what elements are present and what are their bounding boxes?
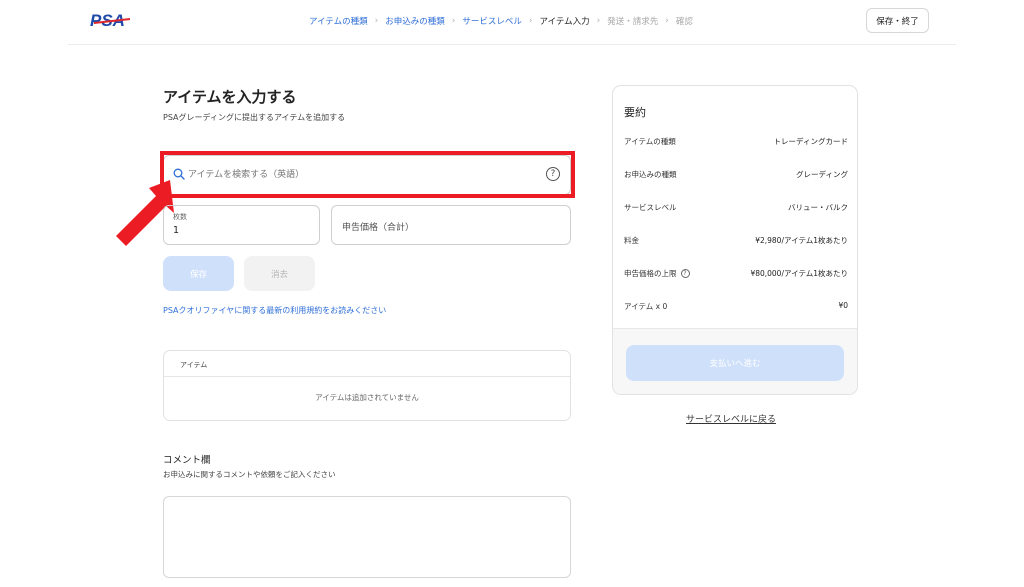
proceed-to-payment-button[interactable]: 支払いへ進む bbox=[626, 345, 844, 381]
summary-value: ¥2,980/アイテム1枚あたり bbox=[755, 236, 848, 245]
breadcrumb-item-type[interactable]: アイテムの種類 bbox=[309, 15, 368, 27]
items-table-header: アイテム bbox=[164, 351, 570, 377]
quantity-label: 枚数 bbox=[173, 213, 187, 221]
summary-value: グレーディング bbox=[796, 170, 848, 179]
chevron-right-icon: › bbox=[451, 16, 456, 26]
breadcrumb-item-confirm: 確認 bbox=[675, 17, 693, 27]
summary-footer: 支払いへ進む bbox=[613, 328, 857, 394]
summary-value: ¥80,000/アイテム1枚あたり bbox=[750, 269, 848, 278]
back-to-service-level-link[interactable]: サービスレベルに戻る bbox=[686, 412, 776, 425]
save-exit-button[interactable]: 保存・終了 bbox=[866, 8, 929, 33]
breadcrumb-item-item-entry: アイテム入力 bbox=[539, 17, 590, 27]
breadcrumb-item-shipping: 発送・請求先 bbox=[607, 17, 659, 27]
items-column-header: アイテム bbox=[180, 361, 208, 369]
summary-label: サービスレベル bbox=[624, 203, 677, 212]
summary-row-declared-limit: 申告価格の上限 ? ¥80,000/アイテム1枚あたり bbox=[624, 268, 848, 282]
summary-panel: 要約 アイテムの種類 トレーディングカード お申込みの種類 グレーディング サー… bbox=[612, 85, 858, 395]
highlight-box bbox=[160, 151, 575, 198]
items-table: アイテム アイテムは追加されていません bbox=[163, 350, 571, 421]
summary-label: 申告価格の上限 ? bbox=[624, 268, 690, 279]
summary-value: ¥0 bbox=[838, 301, 848, 310]
summary-row-fee: 料金 ¥2,980/アイテム1枚あたり bbox=[624, 235, 848, 249]
psa-logo[interactable]: PSA bbox=[90, 10, 134, 30]
items-empty-message: アイテムは追加されていません bbox=[315, 393, 419, 402]
summary-title: 要約 bbox=[624, 106, 646, 119]
summary-row-service-level: サービスレベル バリュー・バルク bbox=[624, 202, 848, 216]
chevron-right-icon: › bbox=[665, 16, 669, 26]
summary-label: アイテムの種類 bbox=[624, 137, 676, 146]
header-divider bbox=[68, 44, 956, 45]
clear-button[interactable]: 消去 bbox=[244, 256, 315, 291]
save-item-button[interactable]: 保存 bbox=[163, 256, 234, 291]
declared-value-field[interactable]: 申告価格（合計） bbox=[331, 205, 571, 245]
page-subtitle: PSAグレーディングに提出するアイテムを追加する bbox=[163, 113, 346, 122]
summary-value: バリュー・バルク bbox=[788, 203, 848, 212]
summary-label: アイテム x 0 bbox=[624, 302, 668, 311]
chevron-right-icon: › bbox=[596, 16, 601, 26]
top-header: PSA アイテムの種類 › お申込みの種類 › サービスレベル › アイテム入力… bbox=[0, 0, 1024, 44]
summary-label-text: 申告価格の上限 bbox=[624, 269, 677, 278]
comment-textarea[interactable] bbox=[163, 496, 571, 578]
comment-title: コメント欄 bbox=[163, 455, 211, 466]
quantity-field[interactable]: 枚数 1 bbox=[163, 205, 320, 245]
comment-subtitle: お申込みに関するコメントや依頼をご記入ください bbox=[163, 470, 336, 479]
terms-link[interactable]: PSAクオリファイヤに関する最新の利用規約をお読みください bbox=[163, 305, 386, 316]
help-icon[interactable]: ? bbox=[680, 269, 690, 278]
quantity-value[interactable]: 1 bbox=[173, 225, 179, 236]
breadcrumb: アイテムの種類 › お申込みの種類 › サービスレベル › アイテム入力 › 発… bbox=[309, 15, 693, 27]
page-title: アイテムを入力する bbox=[163, 88, 297, 106]
chevron-right-icon: › bbox=[374, 16, 379, 26]
summary-row-item-count: アイテム x 0 ¥0 bbox=[624, 301, 848, 315]
summary-label: 料金 bbox=[624, 236, 639, 245]
breadcrumb-item-service-level[interactable]: サービスレベル bbox=[462, 15, 522, 27]
breadcrumb-item-application[interactable]: お申込みの種類 bbox=[385, 15, 445, 27]
summary-value: トレーディングカード bbox=[773, 137, 848, 146]
declared-value-placeholder: 申告価格（合計） bbox=[342, 223, 415, 233]
chevron-right-icon: › bbox=[528, 16, 533, 26]
summary-row-item-type: アイテムの種類 トレーディングカード bbox=[624, 136, 848, 150]
summary-row-application-type: お申込みの種類 グレーディング bbox=[624, 169, 848, 183]
summary-label: お申込みの種類 bbox=[624, 170, 677, 179]
